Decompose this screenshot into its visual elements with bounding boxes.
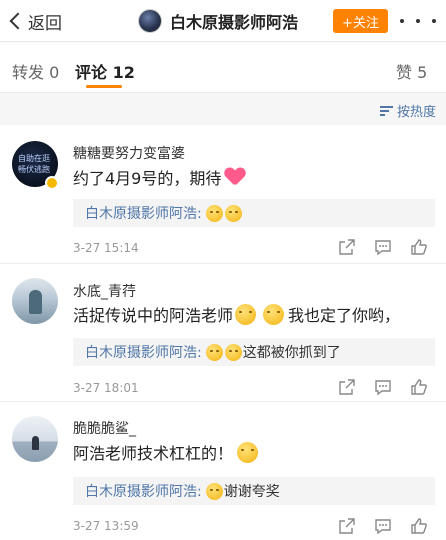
heart-emoji-icon [225, 168, 245, 186]
sort-bar: 按热度 [0, 93, 446, 125]
reply-text: 这都被你抓到了 [242, 345, 341, 361]
tab-likes[interactable]: 赞 5 [396, 59, 427, 83]
avatar[interactable] [12, 278, 58, 324]
sort-label: 按热度 [396, 105, 436, 120]
smile-emoji-icon [205, 343, 223, 361]
reply-username[interactable]: 白木原摄影师阿浩: [85, 481, 202, 501]
like-icon[interactable] [410, 517, 428, 535]
sort-button[interactable]: 按热度 [379, 101, 436, 120]
active-tab-indicator [86, 85, 122, 88]
smile-emoji-icon [224, 343, 242, 361]
reply-box[interactable]: 白木原摄影师阿浩: 谢谢夸奖 [73, 477, 435, 505]
smile-emoji-icon [263, 303, 285, 325]
comment-icon[interactable] [374, 378, 392, 396]
smile-emoji-icon [237, 441, 259, 463]
comment-text-content: 约了4月9号的，期待 [73, 169, 222, 188]
comment-text: 约了4月9号的，期待 [73, 165, 245, 189]
comment-text-after: 我也定了你哟， [288, 306, 401, 325]
comment-time: 3-27 15:14 [73, 241, 139, 255]
comment-icon[interactable] [374, 517, 392, 535]
back-chevron-icon [9, 12, 27, 30]
smile-emoji-icon [205, 482, 223, 500]
avatar[interactable] [12, 416, 58, 462]
comment-time: 3-27 18:01 [73, 381, 139, 395]
reply-box[interactable]: 白木原摄影师阿浩: 这都被你抓到了 [73, 338, 435, 366]
smile-emoji-icon [235, 303, 257, 325]
top-bar: 返回 白木原摄影师阿浩 +关注 [0, 0, 446, 42]
comment-text-before: 活捉传说中的阿浩老师 [73, 306, 234, 325]
comment-item: 水底_青荇 活捉传说中的阿浩老师 我也定了你哟， 白木原摄影师阿浩: 这都被你抓… [0, 265, 446, 402]
reply-box[interactable]: 白木原摄影师阿浩: [73, 199, 435, 227]
comment-item: 脆脆脆鲨_ 阿浩老师技术杠杠的！ 白木原摄影师阿浩: 谢谢夸奖 3-27 13:… [0, 403, 446, 540]
like-icon[interactable] [410, 378, 428, 396]
tab-bar: 转发 0 评论 12 赞 5 [0, 43, 446, 93]
back-label: 返回 [28, 13, 62, 34]
reply-username[interactable]: 白木原摄影师阿浩: [85, 203, 202, 223]
smile-emoji-icon [205, 204, 223, 222]
author-avatar[interactable] [138, 9, 162, 33]
comment-username[interactable]: 水底_青荇 [73, 281, 136, 301]
smile-emoji-icon [224, 204, 242, 222]
comment-item: 自助在逛 畅伏逃跑 糖糖要努力变富婆 约了4月9号的，期待 白木原摄影师阿浩: … [0, 125, 446, 264]
like-icon[interactable] [410, 238, 428, 256]
share-icon[interactable] [338, 238, 356, 256]
tab-repost[interactable]: 转发 0 [12, 59, 59, 83]
tab-comments[interactable]: 评论 12 [75, 59, 135, 83]
more-icon[interactable] [400, 15, 436, 27]
verified-badge-icon [45, 176, 59, 190]
sort-icon [379, 105, 393, 116]
follow-button[interactable]: +关注 [333, 9, 388, 33]
comment-username[interactable]: 糖糖要努力变富婆 [73, 143, 185, 163]
comment-icon[interactable] [374, 238, 392, 256]
comment-text-content: 阿浩老师技术杠杠的！ [73, 444, 234, 463]
comment-text: 阿浩老师技术杠杠的！ [73, 440, 259, 464]
comment-time: 3-27 13:59 [73, 519, 139, 533]
page-title: 白木原摄影师阿浩 [170, 13, 299, 32]
page-title-group[interactable]: 白木原摄影师阿浩 [138, 7, 298, 35]
share-icon[interactable] [338, 517, 356, 535]
reply-username[interactable]: 白木原摄影师阿浩: [85, 342, 202, 362]
comment-text: 活捉传说中的阿浩老师 我也定了你哟， [73, 302, 400, 326]
comment-actions [336, 378, 436, 398]
comment-actions [336, 238, 436, 258]
avatar-text: 自助在逛 畅伏逃跑 [18, 154, 50, 174]
share-icon[interactable] [338, 378, 356, 396]
comment-actions [336, 517, 436, 537]
reply-text: 谢谢夸奖 [223, 484, 280, 500]
back-button[interactable]: 返回 [6, 8, 62, 34]
comment-username[interactable]: 脆脆脆鲨_ [73, 418, 136, 438]
